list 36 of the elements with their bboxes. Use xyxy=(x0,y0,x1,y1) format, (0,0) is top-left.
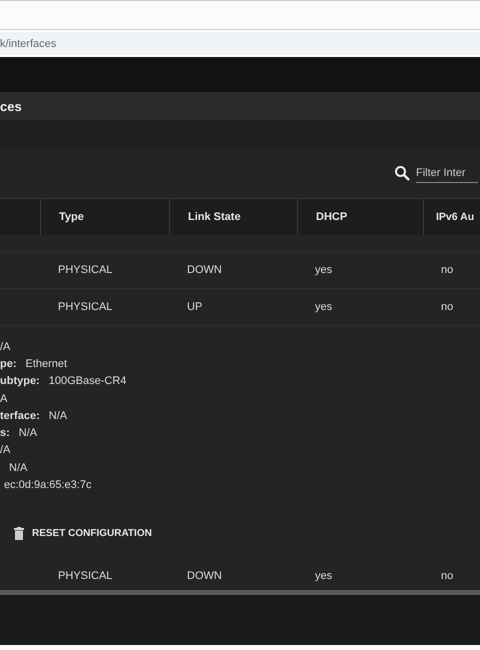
address-bar[interactable]: k/interfaces xyxy=(0,32,480,55)
detail-label: terface: xyxy=(0,410,40,422)
detail-value: ec:0d:9a:65:e3:7c xyxy=(4,479,92,492)
detail-label: pe: xyxy=(0,358,16,370)
table-cell-text: no xyxy=(440,263,454,278)
table-cell-text: UP xyxy=(186,300,204,315)
detail-value: N/A xyxy=(18,427,38,440)
scroll-bar[interactable] xyxy=(0,590,480,595)
table-cell-text: PHYSICAL xyxy=(57,263,114,278)
table-cell-text: PHYSICAL xyxy=(57,300,114,315)
column-header[interactable]: IPv6 Au xyxy=(436,211,474,223)
table-cell-text: no xyxy=(440,300,454,315)
table-cell-text: PHYSICAL xyxy=(57,569,114,584)
page-title: ces xyxy=(0,92,480,120)
detail-value: /A xyxy=(0,340,10,353)
filter-field[interactable]: Filter Inter xyxy=(416,164,478,182)
table-cell-text: yes xyxy=(314,263,334,278)
column-header[interactable]: Type xyxy=(59,211,84,223)
reset-configuration-button[interactable]: RESET CONFIGURATION xyxy=(10,522,156,544)
table-cell-text: yes xyxy=(314,569,334,584)
table-cell-text: DOWN xyxy=(186,569,223,584)
detail-label: s: xyxy=(0,427,10,440)
table-cell-text: yes xyxy=(314,300,334,315)
detail-value: 100GBase-CR4 xyxy=(48,375,126,388)
column-header[interactable]: Link State xyxy=(188,211,241,223)
table-cell-text: no xyxy=(440,569,454,584)
trash-icon xyxy=(14,526,24,540)
detail-value: A xyxy=(0,392,8,405)
table-cell-text: DOWN xyxy=(186,263,223,278)
detail-label: ubtype: xyxy=(0,375,40,388)
detail-value: /A xyxy=(0,444,10,456)
detail-value: N/A xyxy=(48,410,68,422)
detail-value: N/A xyxy=(9,462,28,474)
column-header[interactable]: DHCP xyxy=(316,211,348,223)
search-icon xyxy=(394,165,410,181)
detail-value: Ethernet xyxy=(26,358,68,370)
